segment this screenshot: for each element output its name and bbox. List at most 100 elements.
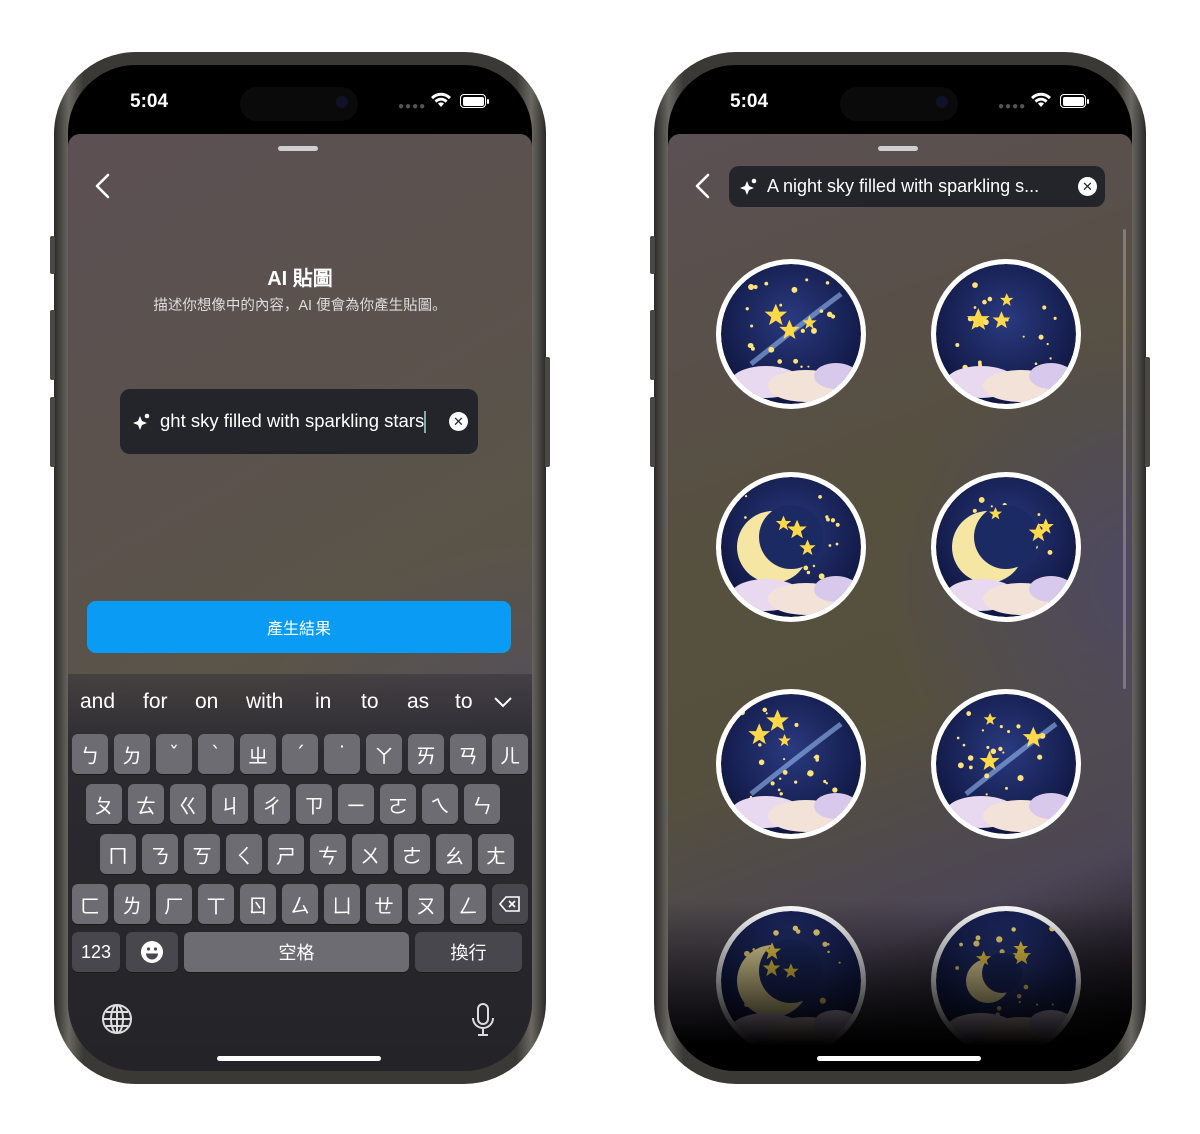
page-title: AI 貼圖 — [267, 268, 333, 290]
key[interactable]: ㄖ — [240, 884, 276, 924]
key[interactable]: ˙ — [324, 734, 360, 774]
back-chevron-icon[interactable] — [692, 172, 716, 200]
sticker-image — [931, 259, 1081, 409]
key[interactable]: ㄢ — [450, 734, 486, 774]
key[interactable]: ㄡ — [408, 884, 444, 924]
sparkles-icon — [133, 413, 150, 430]
screen: 5:04 ●●●● A night sky filled with sparkl… — [668, 65, 1132, 1071]
key[interactable]: ㄋ — [142, 834, 178, 874]
return-key[interactable]: 換行 — [415, 932, 522, 972]
suggestion-item[interactable]: as — [407, 690, 429, 714]
sticker-image — [931, 689, 1081, 839]
key[interactable]: ˇ — [156, 734, 192, 774]
sticker-result[interactable] — [711, 254, 871, 414]
key[interactable]: ㄇ — [100, 834, 136, 874]
key[interactable]: ㄘ — [310, 834, 346, 874]
prompt-text: ght sky filled with sparkling stars — [160, 409, 425, 431]
key[interactable]: ㄏ — [156, 884, 192, 924]
suggestion-item[interactable]: for — [143, 690, 168, 714]
key[interactable]: ㄥ — [450, 884, 486, 924]
key[interactable]: ㄤ — [478, 834, 514, 874]
key[interactable]: ㄝ — [366, 884, 402, 924]
keyboard: and for on with in to as to ㄅㄉ ˇ ˋ ㄓ ˊ ˙ ㄚㄞㄢㄦ ㄆㄊㄍㄐㄔㄗㄧ… — [68, 674, 532, 1071]
key[interactable]: ㄧ — [338, 784, 374, 824]
suggestion-item[interactable]: and — [80, 690, 115, 714]
backspace-key[interactable] — [492, 884, 528, 924]
battery-icon — [460, 94, 489, 108]
key[interactable]: ㄕ — [268, 834, 304, 874]
sticker-result[interactable] — [926, 684, 1086, 844]
home-indicator[interactable] — [217, 1056, 381, 1061]
key[interactable]: ㄆ — [86, 784, 122, 824]
key[interactable]: ㄜ — [394, 834, 430, 874]
key[interactable]: ㄦ — [492, 734, 528, 774]
page-subtitle: 描述你想像中的內容，AI 便會為你產生貼圖。 — [153, 298, 447, 314]
ai-sticker-sheet: AI 貼圖 描述你想像中的內容，AI 便會為你產生貼圖。 ght sky fil… — [68, 134, 532, 1071]
key[interactable]: ㄔ — [254, 784, 290, 824]
prompt-input[interactable]: ght sky filled with sparkling stars ✕ — [120, 389, 478, 454]
sparkles-icon — [740, 178, 757, 195]
key[interactable]: ㄈ — [72, 884, 108, 924]
key[interactable]: ㄌ — [114, 884, 150, 924]
key[interactable]: ˋ — [198, 734, 234, 774]
key[interactable]: ㄞ — [408, 734, 444, 774]
ai-sticker-results: A night sky filled with sparkling s... ✕ — [668, 134, 1132, 1071]
globe-icon[interactable] — [100, 1002, 134, 1036]
key[interactable]: ㄗ — [296, 784, 332, 824]
key[interactable]: ㄛ — [380, 784, 416, 824]
key[interactable]: ㄟ — [422, 784, 458, 824]
key[interactable]: ㄒ — [198, 884, 234, 924]
sheet-handle[interactable] — [878, 146, 918, 151]
prompt-input[interactable]: A night sky filled with sparkling s... ✕ — [729, 166, 1105, 207]
numbers-key[interactable]: 123 — [72, 932, 120, 972]
sticker-image — [931, 472, 1081, 622]
key[interactable]: ˊ — [282, 734, 318, 774]
signal-icon: ●●●● — [398, 101, 427, 112]
key[interactable]: ㄚ — [366, 734, 402, 774]
phone-right: 5:04 ●●●● A night sky filled with sparkl… — [650, 52, 1150, 1084]
key[interactable]: ㄅ — [72, 734, 108, 774]
back-chevron-icon[interactable] — [92, 172, 116, 200]
status-time: 5:04 — [130, 91, 169, 112]
status-bar: 5:04 ●●●● — [68, 65, 532, 135]
chevron-down-icon[interactable] — [492, 692, 514, 712]
sheet-handle[interactable] — [278, 146, 318, 151]
generate-button[interactable]: 產生結果 — [87, 601, 511, 653]
key[interactable]: ㄓ — [240, 734, 276, 774]
key[interactable]: ㄑ — [226, 834, 262, 874]
clear-icon[interactable]: ✕ — [449, 412, 468, 431]
clear-icon[interactable]: ✕ — [1078, 177, 1097, 196]
emoji-icon — [141, 941, 163, 963]
suggestion-item[interactable]: in — [315, 690, 331, 714]
key[interactable]: ㄉ — [114, 734, 150, 774]
sticker-image — [716, 259, 866, 409]
phone-left: 5:04 ●●●● AI 貼圖 描述你想像中的內容，AI 便會為你產生貼圖。 g… — [50, 52, 550, 1084]
key[interactable]: ㄩ — [324, 884, 360, 924]
key[interactable]: ㄐ — [212, 784, 248, 824]
suggestion-item[interactable]: to — [361, 690, 379, 714]
key[interactable]: ㄣ — [464, 784, 500, 824]
key[interactable]: ㄊ — [128, 784, 164, 824]
suggestion-item[interactable]: on — [195, 690, 218, 714]
sticker-image — [716, 689, 866, 839]
key[interactable]: ㄠ — [436, 834, 472, 874]
key[interactable]: ㄨ — [352, 834, 388, 874]
sticker-image — [716, 472, 866, 622]
sticker-result[interactable] — [711, 684, 871, 844]
screen: 5:04 ●●●● AI 貼圖 描述你想像中的內容，AI 便會為你產生貼圖。 g… — [68, 65, 532, 1071]
sticker-result[interactable] — [926, 254, 1086, 414]
wifi-icon — [1031, 92, 1051, 107]
space-key[interactable]: 空格 — [184, 932, 409, 972]
key[interactable]: ㄎ — [184, 834, 220, 874]
suggestion-item[interactable]: with — [246, 690, 283, 714]
key[interactable]: ㄙ — [282, 884, 318, 924]
sticker-result[interactable] — [711, 467, 871, 627]
sticker-result[interactable] — [926, 467, 1086, 627]
battery-icon — [1060, 94, 1089, 108]
scrollbar[interactable] — [1123, 229, 1126, 689]
emoji-key[interactable] — [126, 932, 178, 972]
suggestion-item[interactable]: to — [455, 690, 473, 714]
key[interactable]: ㄍ — [170, 784, 206, 824]
microphone-icon[interactable] — [470, 1002, 496, 1038]
home-indicator[interactable] — [817, 1056, 981, 1061]
